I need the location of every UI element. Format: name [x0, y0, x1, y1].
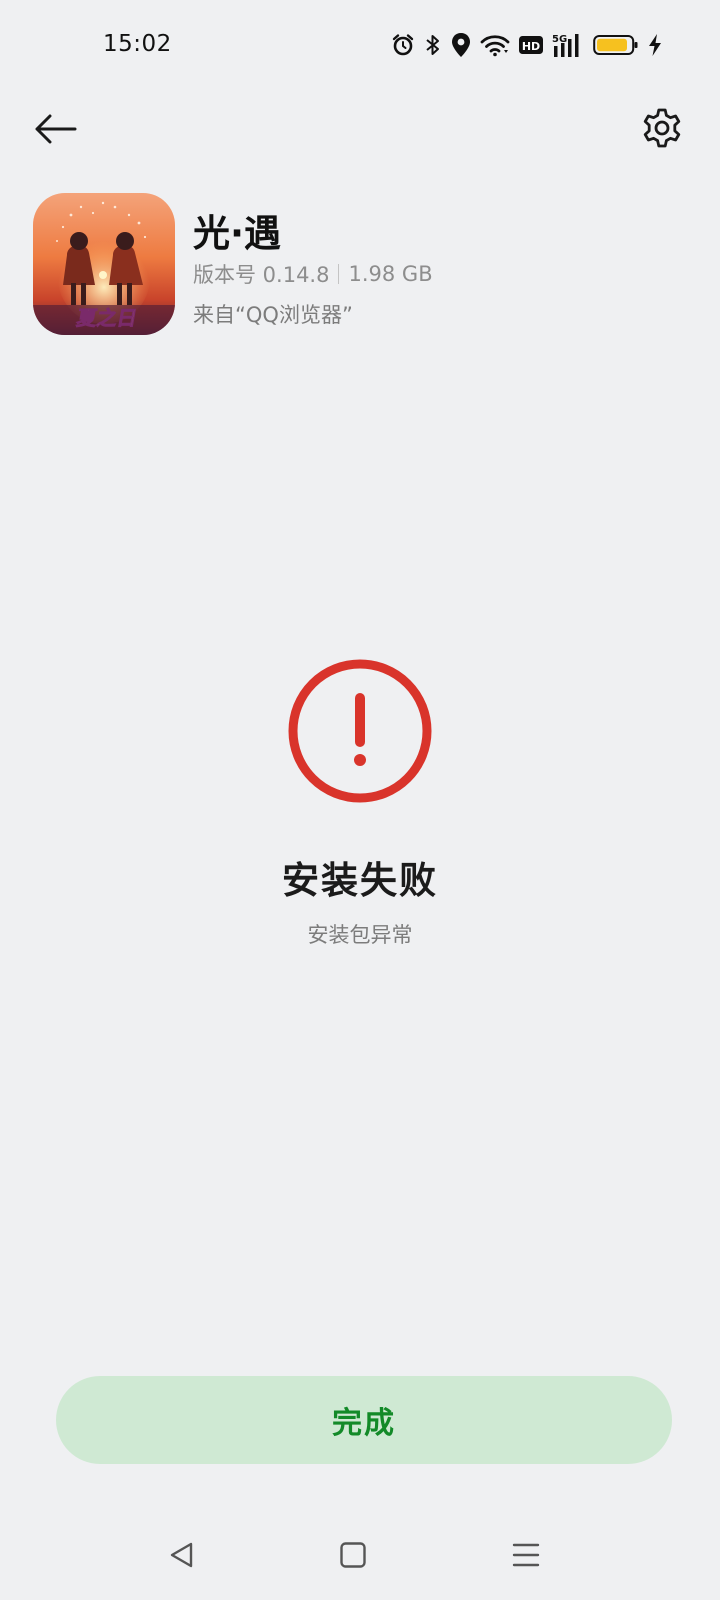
nav-back-button[interactable]: [152, 1520, 212, 1590]
result-title: 安装失败: [282, 859, 438, 902]
nav-recents-button[interactable]: [496, 1520, 556, 1590]
app-icon: 夏之日: [33, 193, 175, 335]
hd-icon: HD: [519, 35, 543, 55]
error-exclamation-icon: [287, 658, 433, 804]
app-name: 光·遇: [193, 212, 282, 255]
navigation-bar: [0, 1520, 720, 1600]
result-reason: 安装包异常: [307, 923, 413, 947]
back-button[interactable]: [30, 104, 80, 154]
app-size: 1.98 GB: [348, 262, 433, 286]
nav-recents-icon: [512, 1543, 540, 1567]
battery-icon: [593, 33, 639, 57]
charging-icon: [648, 33, 662, 57]
top-bar: [0, 92, 720, 162]
5g-signal-icon: 5G: [552, 32, 584, 58]
settings-button[interactable]: [634, 100, 690, 156]
arrow-left-icon: [35, 114, 77, 144]
nav-home-icon: [340, 1542, 366, 1568]
status-icons: HD 5G: [391, 30, 662, 60]
app-info: 夏之日 光·遇 版本号 0.14.8 1.98 GB 来自“QQ浏览器”: [33, 193, 693, 338]
alarm-icon: [391, 33, 415, 57]
location-icon: [451, 32, 471, 58]
meta-divider: [338, 264, 340, 284]
nav-back-icon: [170, 1542, 193, 1568]
status-time: 15:02: [103, 31, 172, 57]
app-meta: 版本号 0.14.8 1.98 GB: [193, 259, 433, 289]
nav-home-button[interactable]: [323, 1520, 383, 1590]
gear-icon: [643, 108, 681, 148]
app-source: 来自“QQ浏览器”: [193, 303, 353, 327]
network-label: 5G: [552, 34, 567, 45]
hd-label: HD: [522, 40, 540, 53]
done-button[interactable]: 完成: [56, 1376, 672, 1464]
status-bar: 15:02 HD 5G: [0, 0, 720, 92]
bluetooth-icon: [424, 33, 442, 57]
app-icon-badge: 夏之日: [75, 306, 139, 330]
app-version: 版本号 0.14.8: [193, 263, 330, 287]
wifi-icon: [480, 33, 510, 57]
